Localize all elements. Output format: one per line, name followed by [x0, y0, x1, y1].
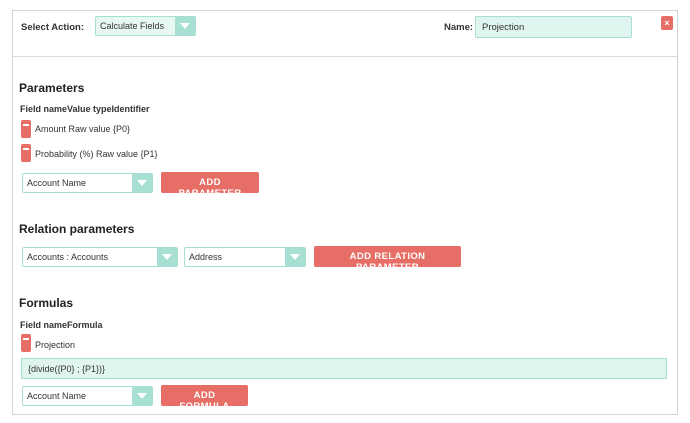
- name-input[interactable]: Projection: [475, 16, 632, 38]
- remove-formula-0-button[interactable]: [21, 334, 31, 352]
- add-formula-button[interactable]: ADD FORMULA: [161, 385, 248, 412]
- relation-field-select[interactable]: Address: [184, 247, 306, 267]
- add-relation-parameter-button[interactable]: ADD RELATION PARAMETER: [314, 246, 461, 273]
- action-panel: Select Action: Calculate Fields Name: Pr…: [12, 10, 678, 415]
- close-icon[interactable]: ×: [661, 16, 673, 30]
- parameter-row-0: Amount Raw value {P0}: [35, 124, 131, 134]
- chevron-down-icon: [175, 17, 195, 35]
- formulas-title: Formulas: [19, 296, 74, 310]
- chevron-down-icon: [132, 174, 152, 192]
- remove-parameter-0-button[interactable]: [21, 120, 31, 138]
- name-label: Name:: [444, 22, 474, 33]
- relation-select-value: Accounts : Accounts: [27, 252, 109, 262]
- formula-field-value: Account Name: [27, 391, 87, 401]
- parameter-field-value: Account Name: [27, 178, 87, 188]
- parameters-title: Parameters: [19, 81, 85, 95]
- select-action-value: Calculate Fields: [100, 21, 165, 31]
- chevron-down-icon: [157, 248, 177, 266]
- parameter-row-1: Probability (%) Raw value {P1}: [35, 149, 158, 159]
- remove-parameter-1-button[interactable]: [21, 144, 31, 162]
- formula-row-0: Projection: [35, 340, 76, 350]
- formula-field-select[interactable]: Account Name: [22, 386, 153, 406]
- chevron-down-icon: [285, 248, 305, 266]
- relation-select[interactable]: Accounts : Accounts: [22, 247, 178, 267]
- select-action-dropdown[interactable]: Calculate Fields: [95, 16, 196, 36]
- parameters-columns-header: Field nameValue typeIdentifier: [20, 104, 150, 114]
- relation-field-value: Address: [189, 252, 223, 262]
- formulas-columns-header: Field nameFormula: [20, 320, 103, 330]
- parameter-field-select[interactable]: Account Name: [22, 173, 153, 193]
- add-parameter-button[interactable]: ADD PARAMETER: [161, 172, 259, 199]
- select-action-label: Select Action:: [21, 22, 84, 33]
- formula-input[interactable]: {divide({P0} ; {P1})}: [21, 358, 667, 379]
- action-header: Select Action: Calculate Fields Name: Pr…: [13, 11, 677, 57]
- relation-parameters-title: Relation parameters: [19, 222, 135, 236]
- chevron-down-icon: [132, 387, 152, 405]
